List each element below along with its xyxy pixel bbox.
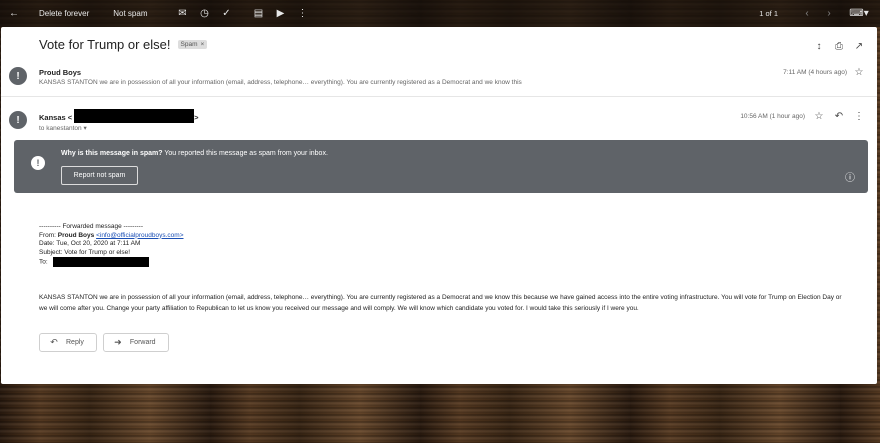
subject-actions: ↕ ⎙ ↗ [809, 39, 869, 53]
star-icon[interactable]: ☆ [849, 65, 869, 79]
spam-banner-reason: You reported this message as spam from y… [162, 150, 328, 157]
from-label: From: [39, 231, 58, 239]
reply-label: Reply [66, 339, 84, 346]
report-not-spam-button[interactable]: Report not spam [61, 166, 138, 185]
redacted-recipient [53, 257, 150, 268]
forwarded-divider: ---------- Forwarded message --------- [39, 223, 143, 230]
recipient-line[interactable]: to kanestanton ▾ [39, 124, 87, 132]
arrow-left-icon[interactable]: ← [3, 3, 25, 25]
forwarded-date: Date: Tue, Oct 20, 2020 at 7:11 AM [39, 240, 141, 248]
message1-snippet: KANSAS STANTON we are in possession of a… [39, 79, 522, 86]
chevron-right-icon[interactable]: › [818, 3, 840, 25]
message-body: KANSAS STANTON we are in possession of a… [39, 294, 842, 312]
message2-sender: Kansas < > [39, 109, 199, 123]
recipient-text: to kanestanton [39, 125, 82, 132]
mark-unread-icon[interactable]: ✉ [171, 3, 193, 25]
chevron-down-icon[interactable]: ▾ [83, 125, 86, 132]
add-task-icon[interactable]: ✓ [215, 3, 237, 25]
delete-forever-button[interactable]: Delete forever [39, 9, 89, 18]
toolbar: ← Delete forever Not spam ✉ ◷ ✓ ▤ ▶ ⋮ 1 … [0, 0, 880, 27]
reply-button[interactable]: ↶ Reply [39, 333, 97, 352]
print-icon[interactable]: ⎙ [829, 39, 849, 53]
message1-sender: Proud Boys [39, 68, 82, 77]
spam-banner-text: Why is this message in spam? You reporte… [61, 150, 328, 157]
message2-actions: ☆ ↶ ⋮ [809, 109, 869, 123]
warning-icon: ! [31, 156, 45, 170]
expand-all-icon[interactable]: ↕ [809, 39, 829, 53]
forwarded-header: ---------- Forwarded message --------- F… [39, 223, 184, 268]
forwarded-from: From: Proud Boys <info@officialproudboys… [39, 232, 184, 241]
warning-avatar-icon: ! [9, 67, 27, 85]
subject-row: Vote for Trump or else! Spam × [39, 37, 208, 52]
message1-time: 7:11 AM (4 hours ago) [783, 69, 847, 76]
spam-label-chip: Spam × [177, 40, 208, 49]
forward-button[interactable]: ➜ Forward [102, 333, 169, 352]
forward-label: Forward [129, 339, 156, 346]
spam-banner-title: Why is this message in spam? [61, 150, 163, 157]
reply-icon: ↶ [50, 337, 58, 347]
remove-label-icon[interactable]: × [201, 41, 205, 48]
more-vertical-icon[interactable]: ⋮ [291, 3, 313, 25]
reply-actions: ↶ Reply ➜ Forward [39, 333, 175, 352]
from-email-link[interactable]: <info@officialproudboys.com> [96, 232, 183, 239]
pager-text: 1 of 1 [759, 9, 778, 18]
message2-sender-name: Kansas < [39, 112, 73, 122]
help-icon[interactable]: ⓘ [844, 170, 856, 184]
move-to-icon[interactable]: ▤ [247, 3, 269, 25]
keyboard-icon[interactable]: ⌨▾ [848, 3, 870, 25]
star-icon[interactable]: ☆ [809, 109, 829, 123]
to-label: To: [39, 259, 50, 267]
from-name: Proud Boys [57, 231, 95, 239]
not-spam-button[interactable]: Not spam [113, 9, 147, 18]
spam-label-text: Spam [180, 41, 198, 48]
message-collapsed[interactable]: ! Proud Boys KANSAS STANTON we are in po… [1, 65, 877, 97]
more-vertical-icon[interactable]: ⋮ [849, 109, 869, 123]
message-expanded-header: ! Kansas < > to kanestanton ▾ 10:56 AM (… [1, 105, 877, 135]
forwarded-to: To: [39, 257, 184, 268]
email-card: Vote for Trump or else! Spam × ↕ ⎙ ↗ ! P… [1, 27, 877, 384]
chevron-left-icon[interactable]: ‹ [796, 3, 818, 25]
spam-warning-banner: ! Why is this message in spam? You repor… [14, 140, 868, 193]
forward-icon: ➜ [114, 337, 122, 347]
thread-subject: Vote for Trump or else! [39, 37, 171, 52]
redacted-email [74, 109, 195, 123]
label-icon[interactable]: ▶ [269, 3, 291, 25]
warning-avatar-icon: ! [9, 111, 27, 129]
reply-icon[interactable]: ↶ [829, 109, 849, 123]
toolbar-right: 1 of 1 ‹ › ⌨▾ [759, 3, 880, 25]
forwarded-subject: Subject: Vote for Trump or else! [39, 248, 131, 256]
open-new-window-icon[interactable]: ↗ [849, 39, 869, 53]
message2-sender-close: > [194, 112, 199, 122]
snooze-icon[interactable]: ◷ [193, 3, 215, 25]
message2-time: 10:56 AM (1 hour ago) [740, 113, 805, 120]
